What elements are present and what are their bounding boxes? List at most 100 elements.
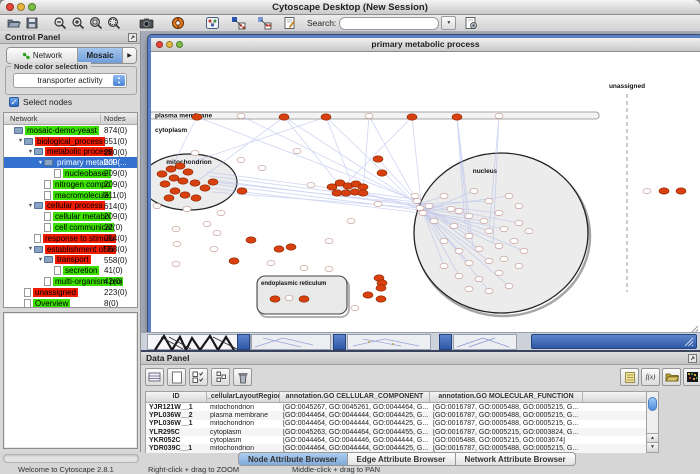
search-dropdown-button[interactable]: ▼ bbox=[441, 16, 456, 30]
expand-arrow-icon[interactable]: ▼ bbox=[37, 160, 44, 166]
attribute-grid-button[interactable] bbox=[211, 368, 230, 386]
scrollbar-thumb[interactable] bbox=[648, 397, 657, 411]
select-attributes-button[interactable] bbox=[189, 368, 208, 386]
attribute-table-header[interactable]: ID _cellularLayoutRegion annotation.GO C… bbox=[146, 392, 647, 403]
color-attribute-dropdown[interactable]: transporter activity ▲▼ bbox=[13, 73, 127, 88]
background-windows-strip bbox=[141, 332, 700, 352]
file-icon bbox=[54, 169, 61, 178]
import-network-icon[interactable] bbox=[229, 16, 247, 30]
control-panel: Control Panel Network Mosaic ▶ Node colo… bbox=[0, 31, 141, 452]
expand-arrow-icon[interactable]: ▼ bbox=[37, 257, 44, 263]
col-region: _cellularLayoutRegion bbox=[207, 392, 280, 402]
tree-row[interactable]: cellular metabo209(0) bbox=[4, 211, 137, 222]
background-window-titlebar[interactable] bbox=[439, 334, 452, 350]
tree-row[interactable]: multi-organism pro42(0) bbox=[4, 276, 137, 287]
open-icon[interactable] bbox=[5, 16, 23, 30]
formula-builder-button[interactable]: f(x) bbox=[641, 368, 660, 386]
background-window-titlebar[interactable] bbox=[531, 334, 697, 349]
folder-icon bbox=[44, 159, 53, 166]
table-row[interactable]: YJR121W__1mitochondrion[GO:0045267, GO:0… bbox=[146, 403, 647, 411]
network-overview-icon[interactable] bbox=[203, 16, 221, 30]
show-columns-button[interactable] bbox=[145, 368, 164, 386]
table-row[interactable]: YPL036W__2plasma membrane[GO:0044464, GO… bbox=[146, 411, 647, 419]
network-tab-icon bbox=[22, 52, 30, 60]
tree-row-node-count: 558(0) bbox=[104, 256, 127, 265]
svg-text:cytoplasm: cytoplasm bbox=[155, 127, 187, 134]
table-cell: [GO:0045263, GO:0044464, GO:0044455, G..… bbox=[280, 429, 430, 436]
tree-row[interactable]: response to stimulu264(0) bbox=[4, 233, 137, 244]
tree-row[interactable]: ▼establishment of lo558(0) bbox=[4, 244, 137, 255]
network-window-titlebar[interactable]: primary metabolic process bbox=[151, 38, 700, 52]
tree-row[interactable]: ▼transport558(0) bbox=[4, 255, 137, 266]
zoom-in-icon[interactable] bbox=[69, 16, 87, 30]
table-row[interactable]: YPL036W__1mitochondrion[GO:0044464, GO:0… bbox=[146, 420, 647, 428]
notes-button[interactable] bbox=[620, 368, 639, 386]
group-legend: Node color selection bbox=[11, 62, 91, 71]
zoom-out-icon[interactable] bbox=[51, 16, 69, 30]
save-icon[interactable] bbox=[23, 16, 41, 30]
resize-grip-icon bbox=[683, 336, 695, 348]
delete-attribute-button[interactable] bbox=[233, 368, 252, 386]
tree-row[interactable]: Overview8(0) bbox=[4, 298, 137, 308]
new-attribute-button[interactable] bbox=[167, 368, 186, 386]
tree-row[interactable]: secretion41(0) bbox=[4, 265, 137, 276]
table-row[interactable]: YLR295Ccytoplasm[GO:0045263, GO:0044464,… bbox=[146, 428, 647, 436]
help-ring-icon[interactable] bbox=[169, 16, 187, 30]
file-icon bbox=[44, 180, 51, 189]
network-graph[interactable]: plasma membranecytoplasmmitochondrionnuc… bbox=[151, 52, 694, 331]
import-attributes-button[interactable] bbox=[662, 368, 681, 386]
file-icon bbox=[34, 234, 41, 243]
window-titlebar: Cytoscape Desktop (New Session) bbox=[0, 0, 700, 15]
svg-text:unassigned: unassigned bbox=[609, 83, 645, 90]
annotation-icon[interactable] bbox=[281, 16, 299, 30]
tree-row-node-count: 22(0) bbox=[104, 223, 123, 232]
zoom-fit-icon[interactable] bbox=[87, 16, 105, 30]
zoom-selected-icon[interactable] bbox=[105, 16, 123, 30]
tab-network[interactable]: Network bbox=[7, 48, 78, 63]
tab-overflow-arrow[interactable]: ▶ bbox=[123, 48, 136, 63]
control-panel-header: Control Panel bbox=[0, 31, 140, 44]
tree-row-node-count: 223(0) bbox=[104, 288, 127, 297]
tree-row[interactable]: unassigned 223(0) bbox=[4, 287, 137, 298]
network-canvas[interactable]: plasma membranecytoplasmmitochondrionnuc… bbox=[151, 52, 700, 336]
tree-row[interactable]: cell communicat22(0) bbox=[4, 222, 137, 233]
search-options-icon[interactable] bbox=[462, 16, 480, 30]
tree-row[interactable]: nucleobase-209(0) bbox=[4, 168, 137, 179]
tree-row-label: unassigned bbox=[33, 288, 78, 297]
attribute-table[interactable]: ID _cellularLayoutRegion annotation.GO C… bbox=[145, 391, 648, 453]
select-nodes-checkbox[interactable]: ✓ bbox=[9, 97, 19, 107]
status-pan-hint: Middle-click + drag to PAN bbox=[292, 465, 380, 474]
status-zoom-hint: Right-click + drag to ZOOM bbox=[148, 465, 239, 474]
tree-row-node-count: 558(0) bbox=[104, 245, 127, 254]
tree-row[interactable]: macromolecule311(0) bbox=[4, 190, 137, 201]
table-row[interactable]: YKR052Ccytoplasm[GO:0044464, GO:0044446,… bbox=[146, 436, 647, 444]
tree-row[interactable]: ▼cellular process614(0) bbox=[4, 201, 137, 212]
tree-row-node-count: 209(... bbox=[104, 158, 127, 167]
search-input[interactable] bbox=[339, 17, 439, 30]
background-window-titlebar[interactable] bbox=[237, 334, 250, 350]
expand-arrow-icon[interactable]: ▼ bbox=[17, 138, 24, 144]
tab-mosaic[interactable]: Mosaic bbox=[78, 48, 123, 63]
matrix-view-button[interactable] bbox=[683, 368, 700, 386]
tree-row[interactable]: ▼biological_process651(0) bbox=[4, 136, 137, 147]
expand-arrow-icon[interactable]: ▼ bbox=[27, 203, 34, 209]
background-network-drawing bbox=[153, 334, 245, 351]
file-icon bbox=[44, 212, 51, 221]
birds-eye-view[interactable] bbox=[3, 312, 138, 449]
tree-row-label: secretion bbox=[63, 266, 99, 275]
expand-arrow-icon[interactable]: ▼ bbox=[27, 149, 34, 155]
import-attributes-icon[interactable] bbox=[255, 16, 273, 30]
expand-arrow-icon[interactable]: ▼ bbox=[27, 246, 34, 252]
table-scrollbar[interactable]: ▲ ▼ bbox=[646, 391, 659, 453]
tree-row[interactable]: nitrogen compo209(0) bbox=[4, 179, 137, 190]
background-window-titlebar[interactable] bbox=[333, 334, 346, 350]
select-nodes-row: ✓ Select nodes bbox=[9, 97, 72, 107]
tree-row[interactable]: ▼metabolic process280(0) bbox=[4, 147, 137, 158]
tree-row[interactable]: ▼primary metabol209(... bbox=[4, 157, 137, 168]
table-cell: YJR121W__1 bbox=[146, 404, 207, 411]
tree-row[interactable]: mosaic-demo-yeast874(0) bbox=[4, 125, 137, 136]
scroll-down-button[interactable]: ▼ bbox=[647, 442, 658, 452]
float-panel-icon[interactable] bbox=[128, 33, 137, 46]
folder-icon bbox=[34, 148, 43, 155]
snapshot-icon[interactable] bbox=[137, 16, 155, 30]
